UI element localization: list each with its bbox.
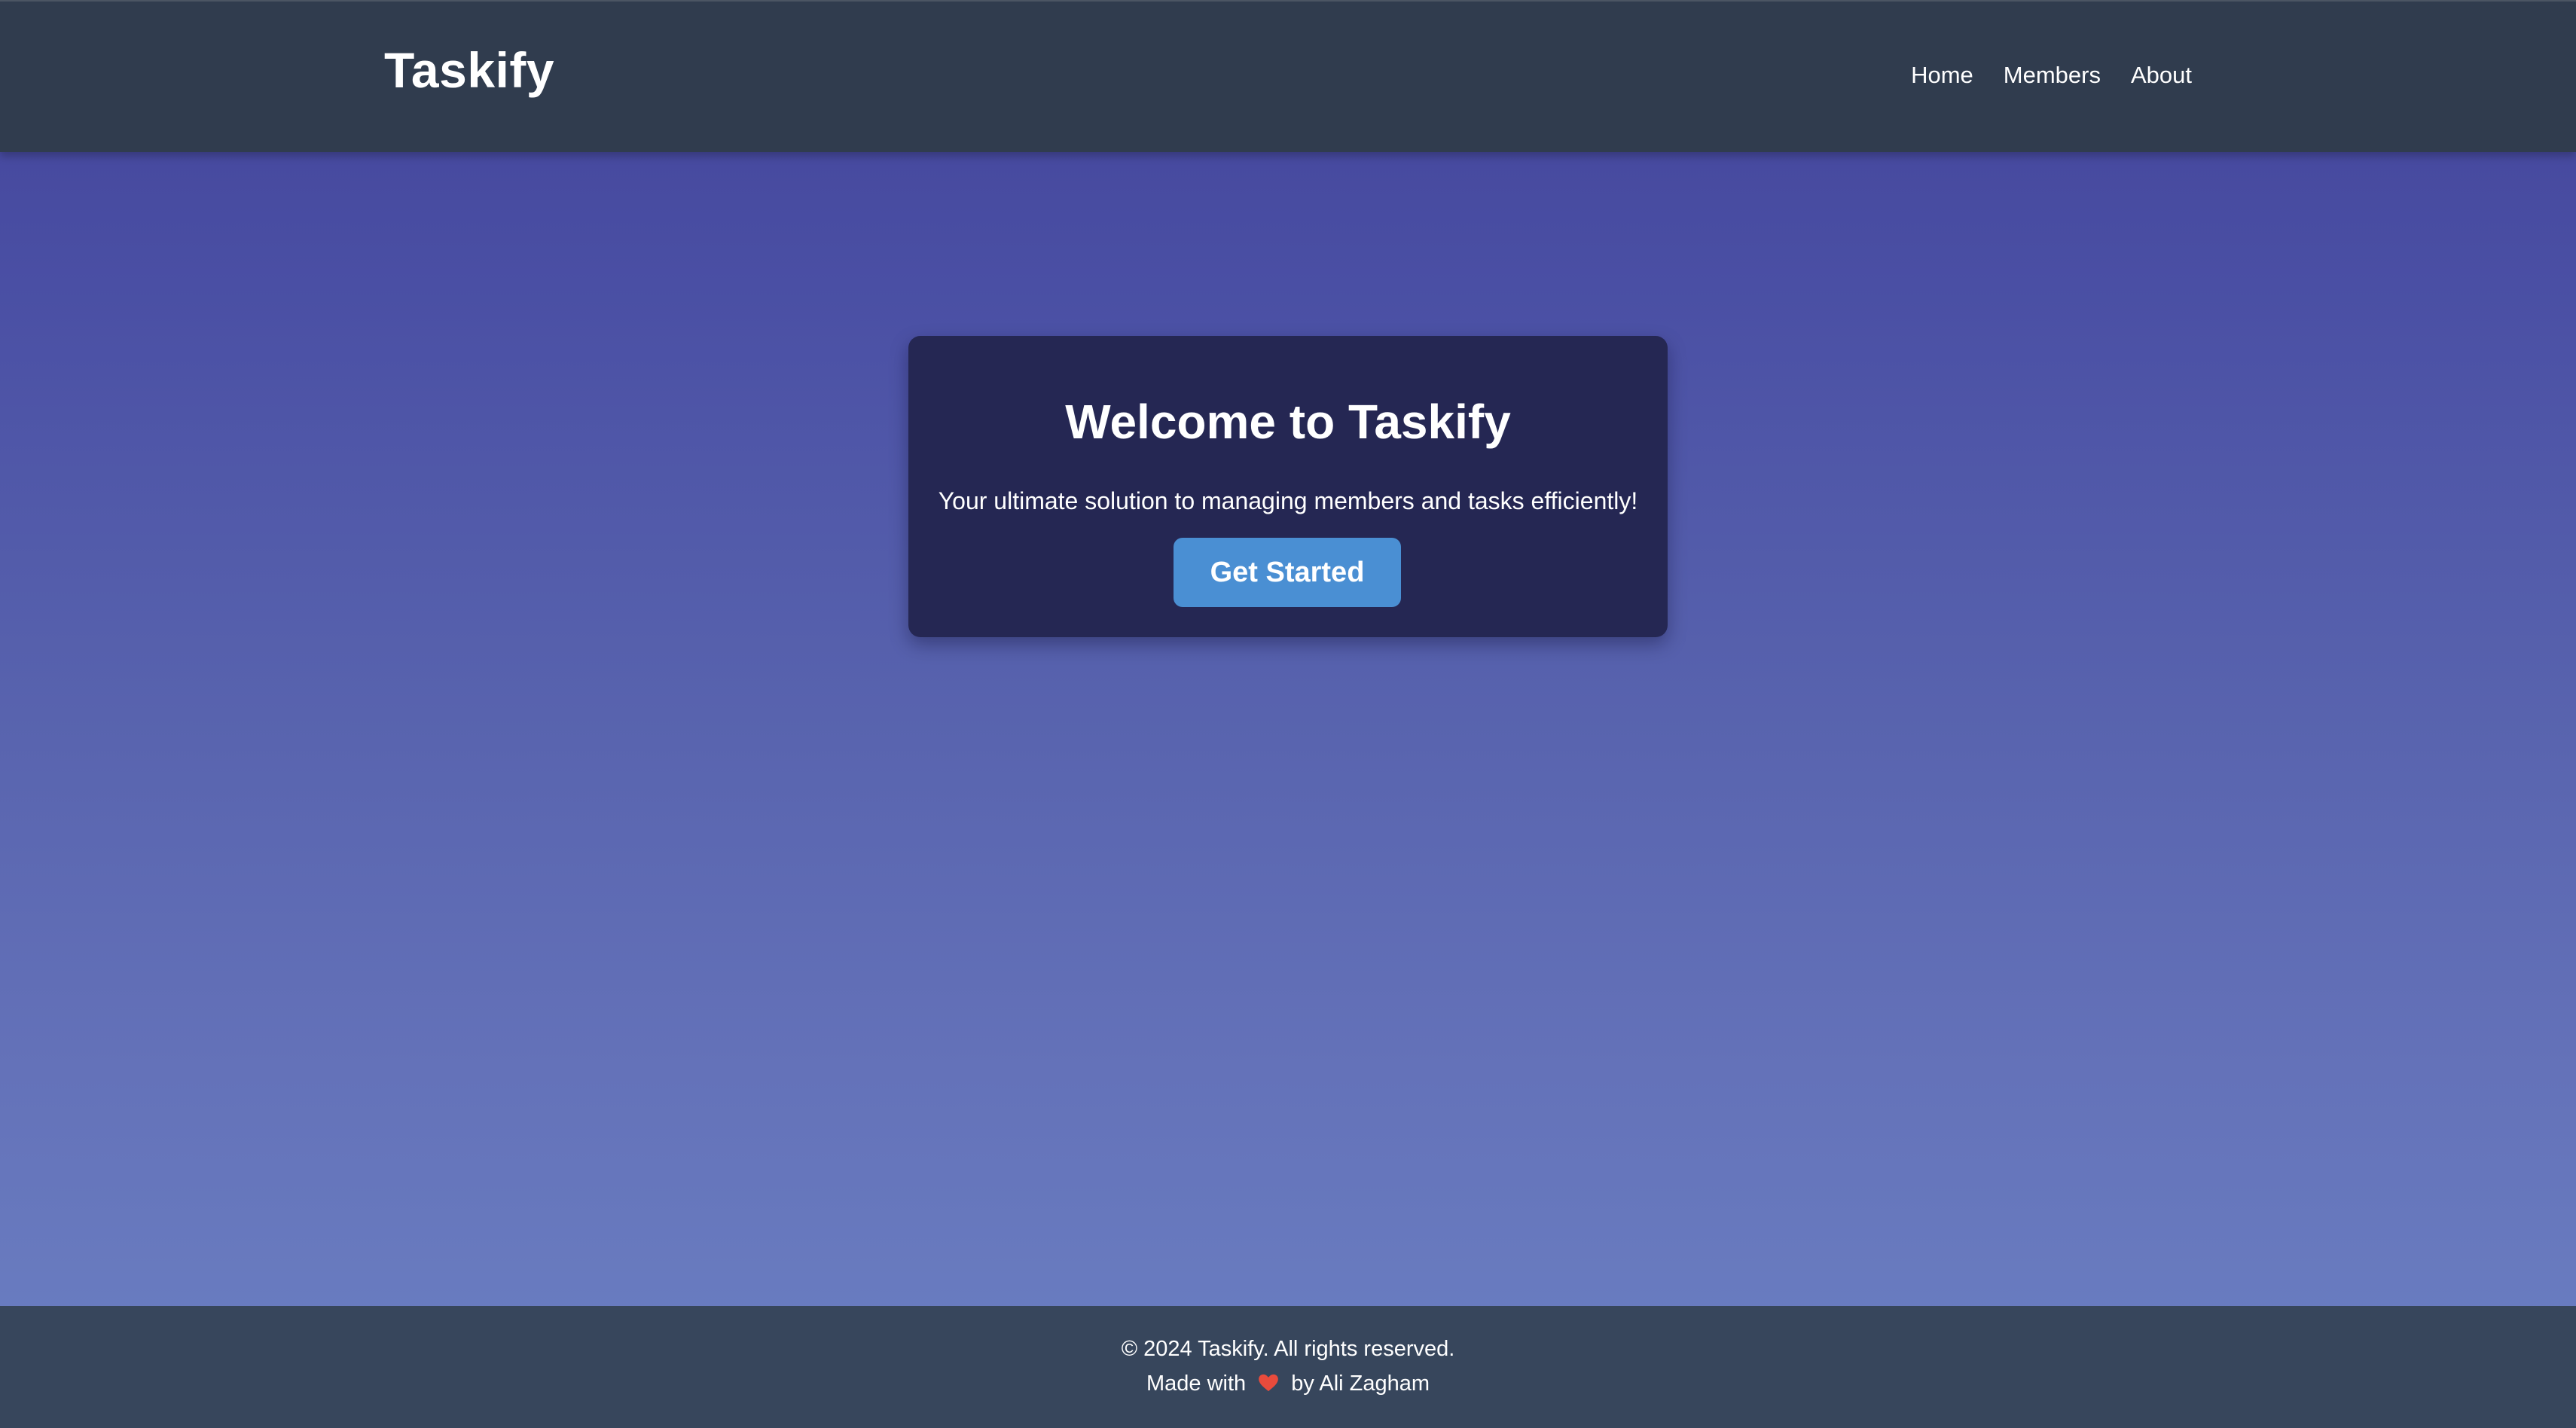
made-with-prefix: Made with xyxy=(1146,1372,1247,1396)
main-navigation: Home Members About xyxy=(1911,63,2192,87)
welcome-title: Welcome to Taskify xyxy=(1065,395,1511,449)
top-navbar: Taskify Home Members About xyxy=(0,0,2576,152)
made-with-line: Made with by Ali Zagham xyxy=(0,1371,2576,1397)
heart-icon xyxy=(1258,1372,1279,1392)
copyright-text: © 2024 Taskify. All rights reserved. xyxy=(1121,1337,1455,1361)
made-with-suffix: by Ali Zagham xyxy=(1291,1372,1430,1396)
brand-logo-text[interactable]: Taskify xyxy=(384,45,554,95)
welcome-subtitle: Your ultimate solution to managing membe… xyxy=(938,487,1638,514)
welcome-card: Welcome to Taskify Your ultimate solutio… xyxy=(908,336,1668,637)
page-footer: © 2024 Taskify. All rights reserved. Mad… xyxy=(0,1306,2576,1428)
nav-about-link[interactable]: About xyxy=(2131,63,2192,87)
nav-members-link[interactable]: Members xyxy=(2004,63,2101,87)
nav-home-link[interactable]: Home xyxy=(1911,63,1973,87)
get-started-button[interactable]: Get Started xyxy=(1174,538,1401,607)
